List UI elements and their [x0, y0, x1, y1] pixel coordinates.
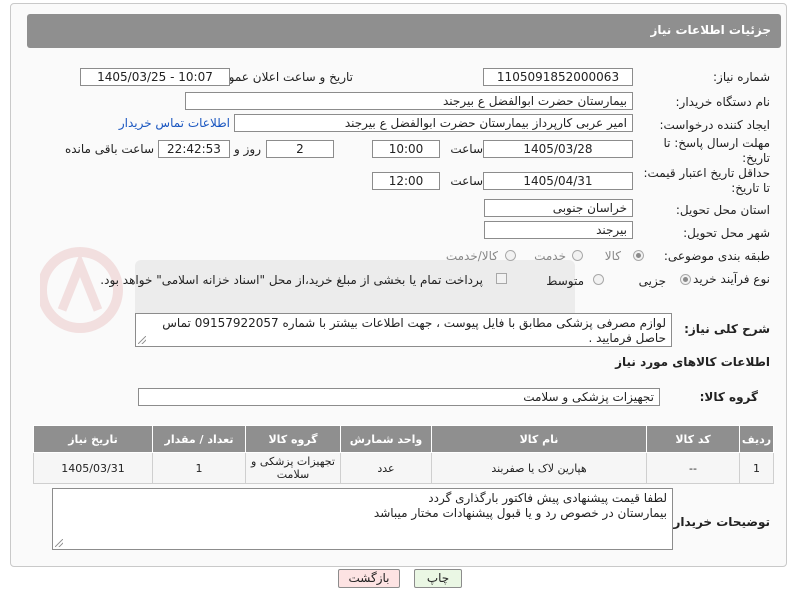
process-type-label: نوع فرآیند خرید : — [685, 272, 770, 286]
cell-row: 1 — [739, 452, 774, 484]
goods-table: ردیف کد کالا نام کالا واحد شمارش گروه کا… — [33, 425, 774, 484]
cell-group: تجهیزات پزشکی و سلامت — [245, 452, 341, 484]
category-option-goods: کالا — [604, 249, 621, 263]
time-remaining-field: 22:42:53 — [158, 140, 230, 158]
print-button[interactable]: چاپ — [414, 569, 462, 588]
cell-name: هپارین لاک یا صفربند — [431, 452, 647, 484]
city-label: شهر محل تحویل: — [683, 226, 770, 240]
validity-label-date: تا تاریخ: — [731, 181, 770, 195]
description-text: لوازم مصرفی پزشکی مطابق با فایل پیوست ، … — [162, 316, 666, 345]
buyer-notes-label: توضیحات خریدار: — [668, 515, 770, 529]
table-row: 1 -- هپارین لاک یا صفربند عدد تجهیزات پز… — [33, 452, 774, 484]
province-label: استان محل تحویل: — [675, 203, 770, 217]
city-field: بیرجند — [484, 221, 633, 239]
category-option-service: خدمت — [534, 249, 566, 263]
col-quantity: تعداد / مقدار — [152, 425, 246, 453]
time-remaining-label: ساعت باقی مانده — [64, 142, 154, 156]
col-unit: واحد شمارش — [340, 425, 432, 453]
treasury-payment-note: پرداخت تمام یا بخشی از مبلغ خرید،از محل … — [100, 273, 483, 287]
buyer-org-label: نام دستگاه خریدار: — [675, 95, 771, 109]
validity-label: حداقل تاریخ اعتبار قیمت: — [643, 166, 770, 180]
province-field: خراسان جنوبی — [484, 199, 633, 217]
cell-code: -- — [646, 452, 740, 484]
category-radio-service[interactable] — [572, 250, 583, 261]
col-row: ردیف — [739, 425, 774, 453]
buyer-notes-line-1: لطفا قیمت پیشنهادی پیش فاکتور بارگذاری گ… — [428, 491, 667, 505]
cell-date: 1405/03/31 — [33, 452, 153, 484]
goods-table-header: ردیف کد کالا نام کالا واحد شمارش گروه کا… — [33, 425, 774, 453]
buyer-notes-textarea: لطفا قیمت پیشنهادی پیش فاکتور بارگذاری گ… — [52, 488, 673, 550]
resize-grip-icon[interactable] — [138, 336, 146, 344]
panel-title: جزئیات اطلاعات نیاز — [650, 23, 771, 37]
validity-time-label: ساعت — [450, 174, 483, 188]
deadline-label-date: تاریخ: — [742, 151, 770, 165]
col-group: گروه کالا — [245, 425, 341, 453]
buyer-notes-line-2: بیمارستان در خصوص رد و یا قبول پیشنهادات… — [373, 506, 667, 520]
validity-date-field: 1405/04/31 — [483, 172, 633, 190]
announce-datetime-field: 1405/03/25 - 10:07 — [80, 68, 230, 86]
category-label: طبقه بندی موضوعی: — [663, 249, 770, 263]
goods-group-label: گروه کالا: — [699, 390, 758, 404]
category-option-goods-service: کالا/خدمت — [445, 249, 498, 263]
cell-quantity: 1 — [152, 452, 246, 484]
buyer-org-field: بیمارستان حضرت ابوالفضل ع بیرجند — [185, 92, 633, 110]
process-option-minor: جزیی — [638, 274, 666, 288]
cell-unit: عدد — [340, 452, 432, 484]
process-option-medium: متوسط — [546, 274, 584, 288]
category-radio-goods-service[interactable] — [505, 250, 516, 261]
goods-section-title: اطلاعات کالاهای مورد نیاز — [615, 355, 770, 369]
description-label: شرح کلی نیاز: — [684, 322, 770, 336]
resize-grip-icon[interactable] — [55, 539, 63, 547]
deadline-time-label: ساعت — [450, 142, 483, 156]
treasury-payment-checkbox[interactable] — [496, 273, 507, 284]
deadline-date-field: 1405/03/28 — [483, 140, 633, 158]
process-radio-medium[interactable] — [593, 274, 604, 285]
need-number-field: 1105091852000063 — [483, 68, 633, 86]
days-label: روز و — [234, 142, 261, 156]
process-radio-minor[interactable] — [680, 274, 691, 285]
panel-header: جزئیات اطلاعات نیاز — [27, 14, 781, 48]
col-date: تاریخ نیاز — [33, 425, 153, 453]
validity-time-field: 12:00 — [372, 172, 440, 190]
days-remaining-field: 2 — [266, 140, 334, 158]
deadline-time-field: 10:00 — [372, 140, 440, 158]
need-number-label: شماره نیاز: — [713, 70, 770, 84]
description-textarea: لوازم مصرفی پزشکی مطابق با فایل پیوست ، … — [135, 313, 672, 347]
buyer-contact-link[interactable]: اطلاعات تماس خریدار — [119, 116, 230, 130]
category-radio-goods[interactable] — [633, 250, 644, 261]
requester-label: ایجاد کننده درخواست: — [659, 118, 770, 132]
back-button[interactable]: بازگشت — [338, 569, 400, 588]
col-name: نام کالا — [431, 425, 647, 453]
deadline-label: مهلت ارسال پاسخ: تا — [663, 136, 770, 150]
col-code: کد کالا — [646, 425, 740, 453]
requester-field: امیر عربی کارپرداز بیمارستان حضرت ابوالف… — [234, 114, 633, 132]
goods-group-field: تجهیزات پزشکی و سلامت — [138, 388, 660, 406]
